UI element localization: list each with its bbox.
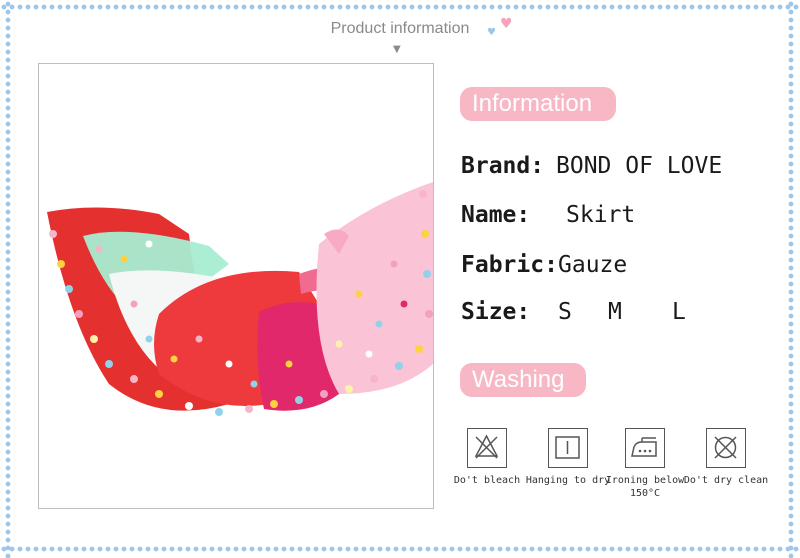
product-photo bbox=[38, 63, 434, 509]
information-heading: Information bbox=[460, 87, 616, 121]
tutu-skirts-illustration bbox=[47, 182, 433, 416]
no-dry-clean-icon bbox=[706, 428, 746, 468]
name-label: Name: bbox=[461, 202, 531, 228]
dotted-border-right bbox=[788, 0, 794, 558]
no-bleach-icon bbox=[467, 428, 507, 468]
size-s: S bbox=[558, 299, 572, 325]
brand-value: BOND OF LOVE bbox=[556, 153, 723, 179]
heart-icon: ♥ bbox=[500, 16, 513, 32]
fabric-value: Gauze bbox=[558, 252, 628, 278]
dotted-border-left bbox=[5, 0, 11, 558]
size-m: M bbox=[608, 299, 622, 325]
hang-dry-icon bbox=[548, 428, 588, 468]
dotted-border-bottom bbox=[0, 546, 800, 552]
brand-label: Brand: bbox=[461, 153, 545, 179]
fabric-label: Fabric: bbox=[461, 252, 558, 278]
dotted-border-top bbox=[0, 4, 800, 10]
down-arrow-icon: ▼ bbox=[393, 44, 401, 55]
small-heart-icon: ♥ bbox=[487, 27, 496, 38]
name-value: Skirt bbox=[566, 202, 636, 228]
no-dry-clean-label: Do't dry clean bbox=[683, 475, 769, 486]
size-label: Size: bbox=[461, 299, 531, 325]
iron-label: Ironing below 150°C bbox=[605, 475, 685, 499]
washing-heading: Washing bbox=[460, 363, 586, 397]
page-title: Product information bbox=[330, 20, 470, 37]
no-bleach-label: Do't bleach bbox=[453, 475, 521, 486]
iron-icon bbox=[625, 428, 665, 468]
size-l: L bbox=[672, 299, 686, 325]
